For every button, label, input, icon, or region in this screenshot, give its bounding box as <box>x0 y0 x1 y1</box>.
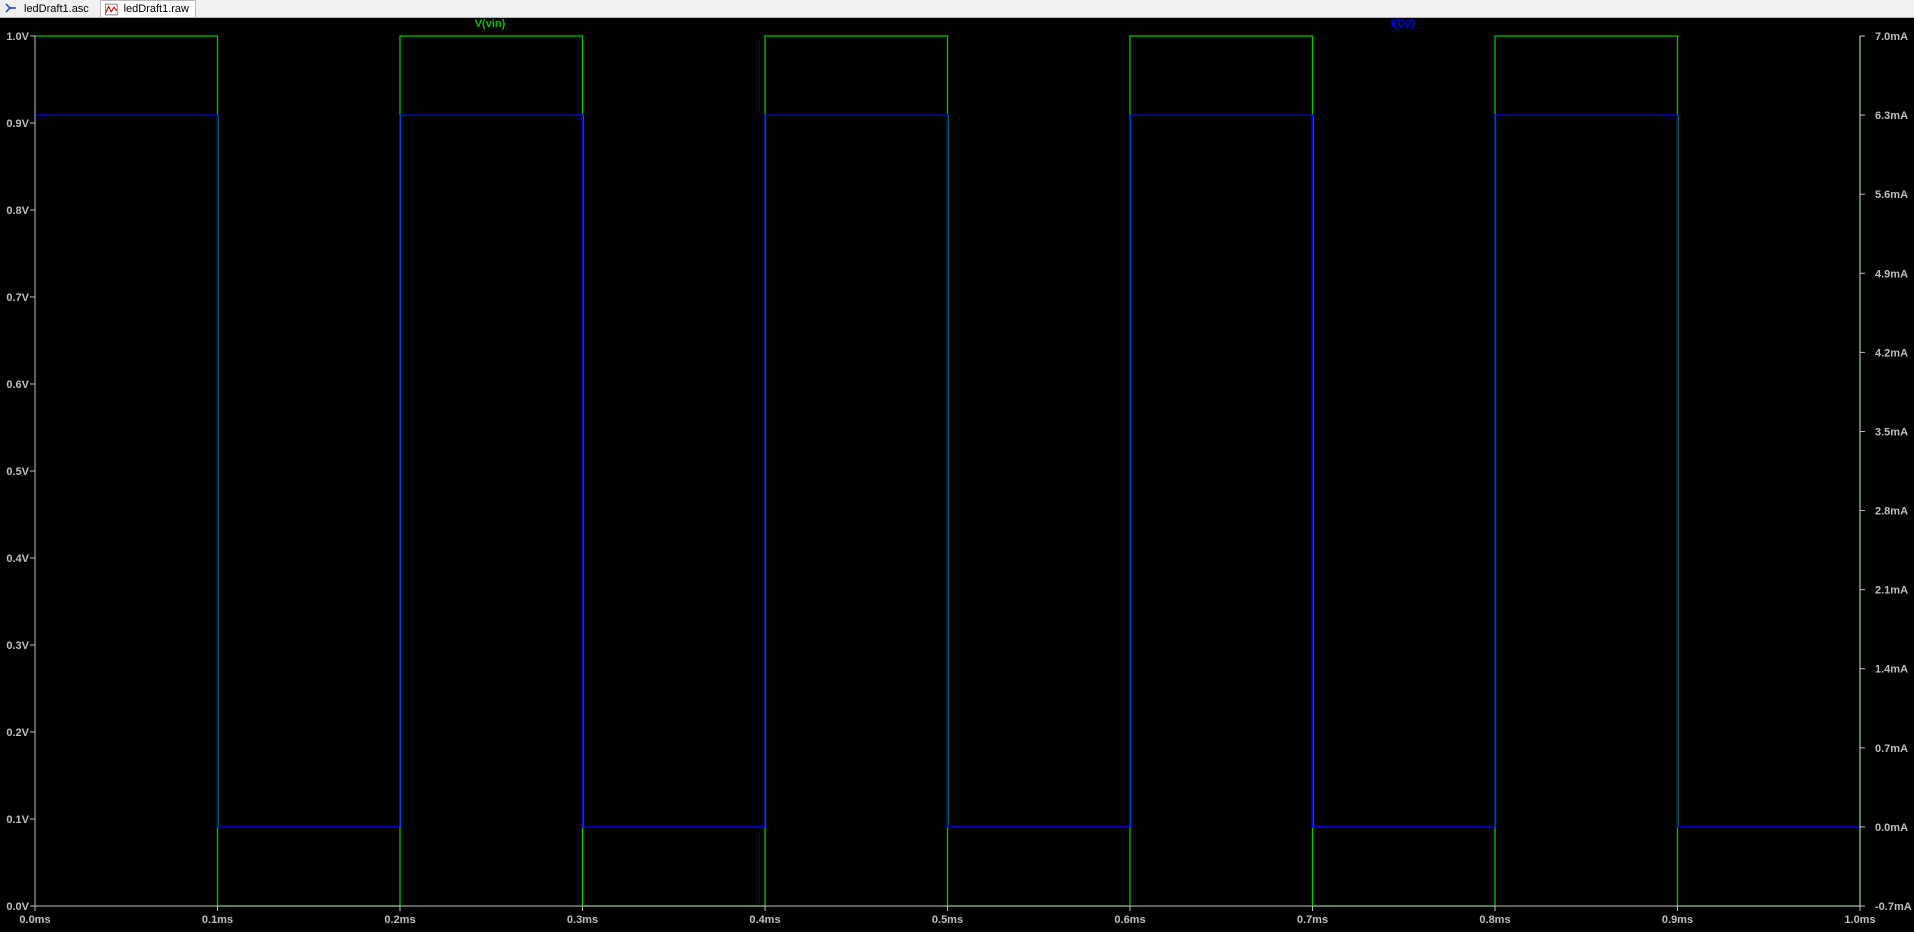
waveform-plot[interactable]: 0.0V 0.1V 0.2V 0.3V 0.4V 0.5V 0.6V 0.7V 0.8V 0.9V… <box>0 18 1914 927</box>
x-tick-label: 0.2ms <box>384 914 415 926</box>
traces <box>35 35 1861 907</box>
x-tick-label: 0.3ms <box>567 914 598 926</box>
left-tick-label: 0.7V <box>6 292 29 304</box>
right-tick-label: 5.6mA <box>1875 189 1908 201</box>
right-tick-label: 1.4mA <box>1875 664 1908 676</box>
axes: 0.0V 0.1V 0.2V 0.3V 0.4V 0.5V 0.6V 0.7V 0.8V 0.9V… <box>6 31 1911 926</box>
schematic-icon <box>5 3 16 13</box>
tab-label: ledDraft1.asc <box>24 2 89 15</box>
x-tick-label: 0.0ms <box>19 914 50 926</box>
waveform-pane[interactable]: 0.0V 0.1V 0.2V 0.3V 0.4V 0.5V 0.6V 0.7V 0.8V 0.9V… <box>0 18 1914 927</box>
left-tick-label: 0.1V <box>6 814 29 826</box>
trace-idz <box>35 114 1860 828</box>
x-tick-label: 0.9ms <box>1662 914 1693 926</box>
left-tick-label: 0.5V <box>6 466 29 478</box>
x-tick-label: 0.8ms <box>1479 914 1510 926</box>
left-tick-label: 1.0V <box>6 31 29 43</box>
x-tick-label: 0.4ms <box>749 914 780 926</box>
left-tick-label: 0.4V <box>6 553 29 565</box>
trace-label-idz[interactable]: I(D2) <box>1391 18 1416 30</box>
tab-bar: ledDraft1.asc ledDraft1.raw <box>0 0 1914 18</box>
right-tick-label: 0.0mA <box>1875 822 1908 834</box>
right-tick-label: 2.1mA <box>1875 585 1908 597</box>
right-tick-label: 6.3mA <box>1875 110 1908 122</box>
right-tick-label: 0.7mA <box>1875 743 1908 755</box>
tab-label: ledDraft1.raw <box>123 3 189 15</box>
right-tick-label: 2.8mA <box>1875 506 1908 518</box>
x-tick-label: 1.0ms <box>1844 914 1875 926</box>
left-tick-label: 0.0V <box>6 901 29 913</box>
left-tick-label: 0.9V <box>6 118 29 130</box>
x-tick-label: 0.5ms <box>932 914 963 926</box>
right-tick-label: 7.0mA <box>1875 31 1908 43</box>
right-tick-label: 4.2mA <box>1875 347 1908 359</box>
x-tick-label: 0.1ms <box>202 914 233 926</box>
left-tick-label: 0.2V <box>6 727 29 739</box>
trace-label-vin[interactable]: V(vin) <box>475 18 506 30</box>
left-tick-label: 0.3V <box>6 640 29 652</box>
left-tick-label: 0.6V <box>6 379 29 391</box>
x-tick-label: 0.7ms <box>1297 914 1328 926</box>
left-tick-label: 0.8V <box>6 205 29 217</box>
right-tick-label: 4.9mA <box>1875 268 1908 280</box>
x-tick-label: 0.6ms <box>1114 914 1145 926</box>
right-tick-label: 3.5mA <box>1875 426 1908 438</box>
tab-waveform[interactable]: ledDraft1.raw <box>100 0 196 17</box>
waveform-icon <box>105 3 118 15</box>
tab-schematic[interactable]: ledDraft1.asc <box>0 0 96 17</box>
right-tick-label: -0.7mA <box>1875 901 1912 913</box>
